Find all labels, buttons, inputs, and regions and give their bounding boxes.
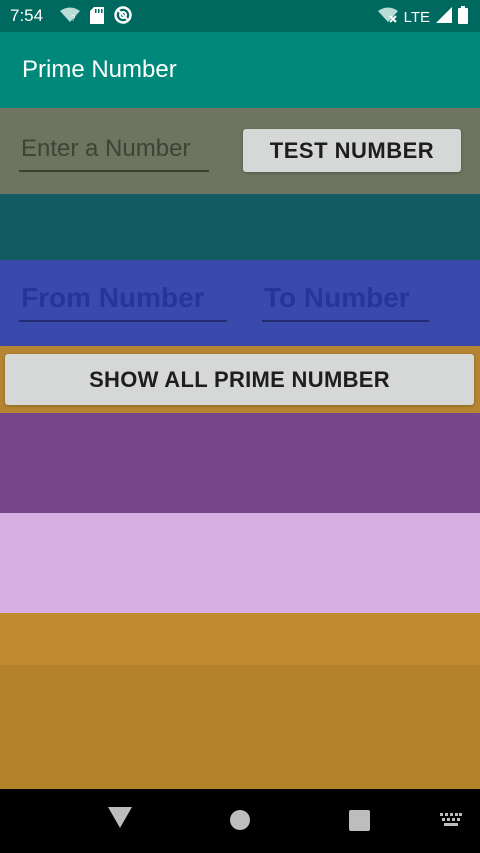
clock: 7:54 bbox=[10, 6, 44, 25]
output-panel-1 bbox=[0, 413, 480, 513]
range-input-row bbox=[0, 260, 480, 346]
app-bar: Prime Number bbox=[0, 32, 480, 108]
number-input[interactable] bbox=[19, 128, 209, 172]
output-panel-3 bbox=[0, 613, 480, 665]
result-panel bbox=[0, 194, 480, 260]
keyboard-icon[interactable] bbox=[440, 813, 462, 832]
test-number-button[interactable]: TEST NUMBER bbox=[243, 129, 461, 172]
network-type: LTE bbox=[403, 8, 430, 26]
show-all-primes-button[interactable]: SHOW ALL PRIME NUMBER bbox=[5, 354, 474, 405]
signal-icon bbox=[436, 7, 452, 27]
to-number-input[interactable] bbox=[262, 276, 429, 322]
single-test-row: TEST NUMBER bbox=[0, 108, 480, 194]
svg-text:?: ? bbox=[71, 14, 76, 23]
wifi-question-icon: ? bbox=[60, 7, 80, 28]
sd-card-icon bbox=[90, 6, 104, 29]
navigation-bar bbox=[0, 789, 480, 853]
recents-icon[interactable] bbox=[349, 810, 370, 836]
output-panel-2 bbox=[0, 513, 480, 613]
status-bar: 7:54 ? LTE bbox=[0, 0, 480, 32]
output-panel-4 bbox=[0, 665, 480, 789]
range-button-row: SHOW ALL PRIME NUMBER bbox=[0, 346, 480, 413]
battery-icon bbox=[458, 6, 468, 28]
back-icon[interactable] bbox=[108, 807, 132, 834]
wifi-off-icon bbox=[377, 7, 398, 27]
page-title: Prime Number bbox=[22, 56, 177, 83]
from-number-input[interactable] bbox=[19, 276, 227, 322]
home-icon[interactable] bbox=[229, 809, 251, 836]
at-icon bbox=[114, 6, 132, 29]
